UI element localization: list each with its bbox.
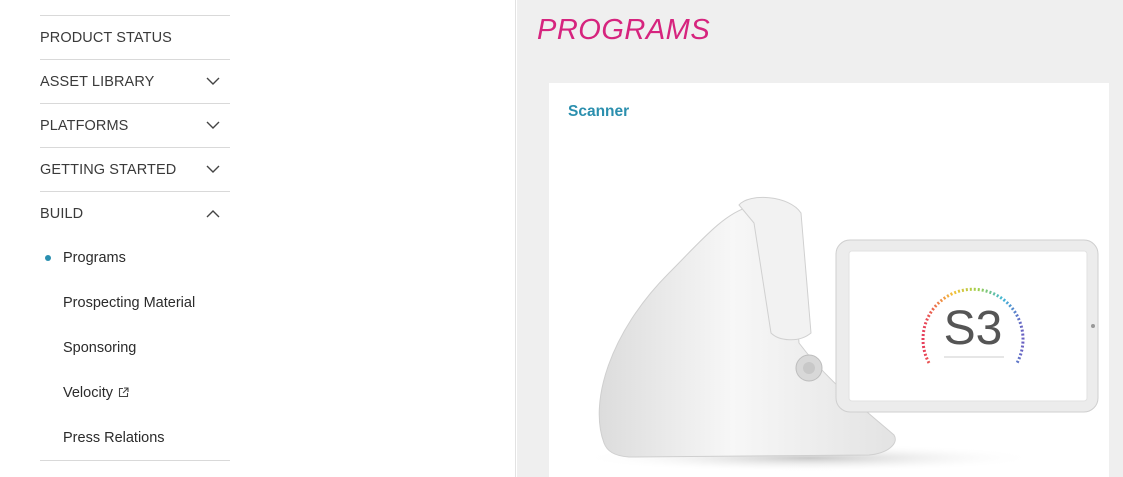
- submenu-item-velocity[interactable]: Velocity: [40, 370, 230, 415]
- chevron-down-icon[interactable]: [206, 121, 220, 130]
- sidebar-item-platforms[interactable]: PLATFORMS: [40, 103, 230, 147]
- sidebar-item-label: PLATFORMS: [40, 117, 129, 134]
- sidebar-divider: [40, 460, 230, 462]
- submenu-item-label: Sponsoring: [63, 339, 137, 356]
- submenu-item-label: Press Relations: [63, 429, 165, 446]
- submenu-item-programs[interactable]: Programs: [40, 235, 230, 280]
- sidebar-item-label: PRODUCT STATUS: [40, 29, 172, 46]
- scanner-product-image: S3: [579, 196, 1099, 472]
- submenu-item-press-relations[interactable]: Press Relations: [40, 415, 230, 460]
- sidebar-item-asset-library[interactable]: ASSET LIBRARY: [40, 59, 230, 103]
- external-link-icon: [118, 387, 129, 398]
- sidebar-item-label: GETTING STARTED: [40, 161, 177, 178]
- chevron-down-icon[interactable]: [206, 165, 220, 174]
- sidebar-nav: PRODUCT STATUS ASSET LIBRARY PLATFORMS G…: [40, 15, 230, 462]
- submenu-item-prospecting-material[interactable]: Prospecting Material: [40, 280, 230, 325]
- card-title-link[interactable]: Scanner: [568, 103, 629, 121]
- main-content: PROGRAMS Scanner S3: [517, 0, 1123, 477]
- tablet-camera: [1091, 324, 1095, 328]
- sidebar-item-build[interactable]: BUILD: [40, 191, 230, 235]
- sidebar-item-product-status[interactable]: PRODUCT STATUS: [40, 15, 230, 59]
- submenu-item-label: Prospecting Material: [63, 294, 196, 311]
- page-title: PROGRAMS: [537, 14, 711, 46]
- program-card[interactable]: Scanner S3: [549, 83, 1109, 477]
- active-indicator-dot: [45, 254, 51, 261]
- chevron-down-icon[interactable]: [206, 77, 220, 86]
- submenu-item-label: Velocity: [63, 384, 113, 401]
- sidebar-item-label: BUILD: [40, 205, 84, 222]
- build-submenu: Programs Prospecting Material Sponsoring…: [40, 235, 230, 460]
- submenu-item-label: Programs: [63, 249, 126, 266]
- submenu-item-sponsoring[interactable]: Sponsoring: [40, 325, 230, 370]
- tablet-logo-text: S3: [944, 302, 1003, 355]
- chevron-up-icon[interactable]: [206, 209, 220, 218]
- sidebar-item-label: ASSET LIBRARY: [40, 73, 155, 90]
- sidebar-item-getting-started[interactable]: GETTING STARTED: [40, 147, 230, 191]
- sidebar: PRODUCT STATUS ASSET LIBRARY PLATFORMS G…: [0, 0, 516, 477]
